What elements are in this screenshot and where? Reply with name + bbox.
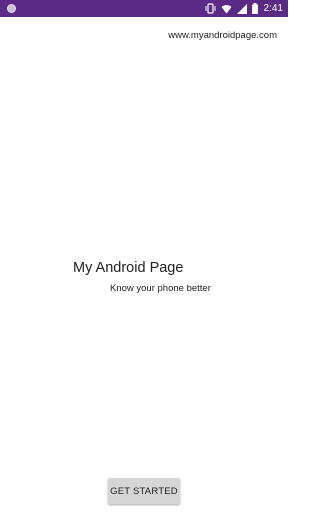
page-subtitle: Know your phone better [110, 283, 211, 294]
app-screen: 2:41 www.myandroidpage.com My Android Pa… [0, 0, 288, 512]
cellular-signal-icon [236, 3, 247, 14]
wifi-icon [221, 4, 232, 14]
status-icons: 2:41 [205, 0, 283, 17]
status-time: 2:41 [263, 3, 283, 14]
get-started-button[interactable]: GET STARTED [108, 478, 180, 504]
battery-icon [251, 3, 258, 14]
notification-dot-icon [7, 4, 16, 13]
status-bar: 2:41 [0, 0, 288, 17]
vibrate-icon [205, 3, 216, 14]
website-url: www.myandroidpage.com [168, 30, 277, 41]
page-title: My Android Page [73, 260, 184, 276]
